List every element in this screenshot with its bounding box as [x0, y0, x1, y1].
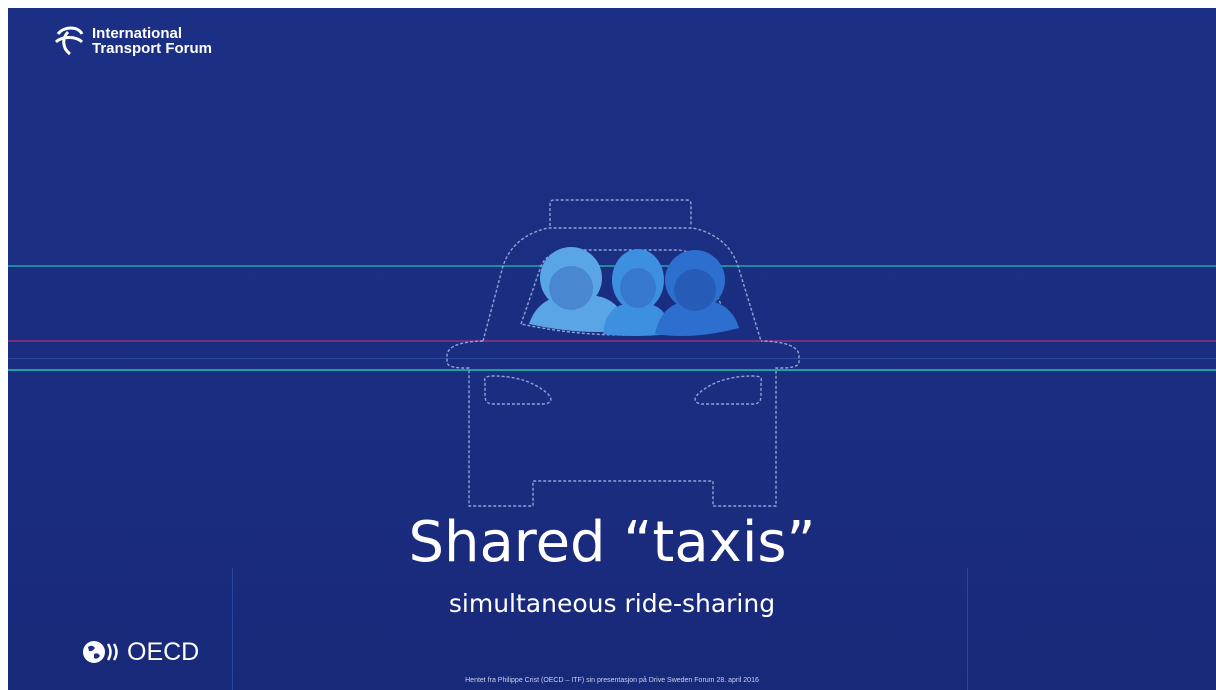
oecd-logo-text: OECD — [127, 638, 200, 666]
footer-credit: Hentet fra Philippe Crist (OECD – ITF) s… — [465, 677, 759, 684]
slide: International Transport Forum Shared “ta… — [8, 8, 1216, 690]
logo-line-2: Transport Forum — [92, 40, 213, 57]
oecd-logo: OECD — [80, 638, 199, 666]
logo-line-1: International — [92, 25, 183, 42]
taxi-illustration — [446, 199, 800, 507]
itf-logo-icon — [54, 26, 84, 56]
itf-logo: International Transport Forum — [52, 24, 212, 58]
slide-title: Shared “taxis” — [408, 510, 816, 575]
itf-logo-text: International Transport Forum — [92, 26, 212, 56]
slide-subtitle: simultaneous ride-sharing — [448, 589, 776, 618]
oecd-globe-icon — [83, 641, 118, 663]
passengers — [529, 247, 739, 336]
